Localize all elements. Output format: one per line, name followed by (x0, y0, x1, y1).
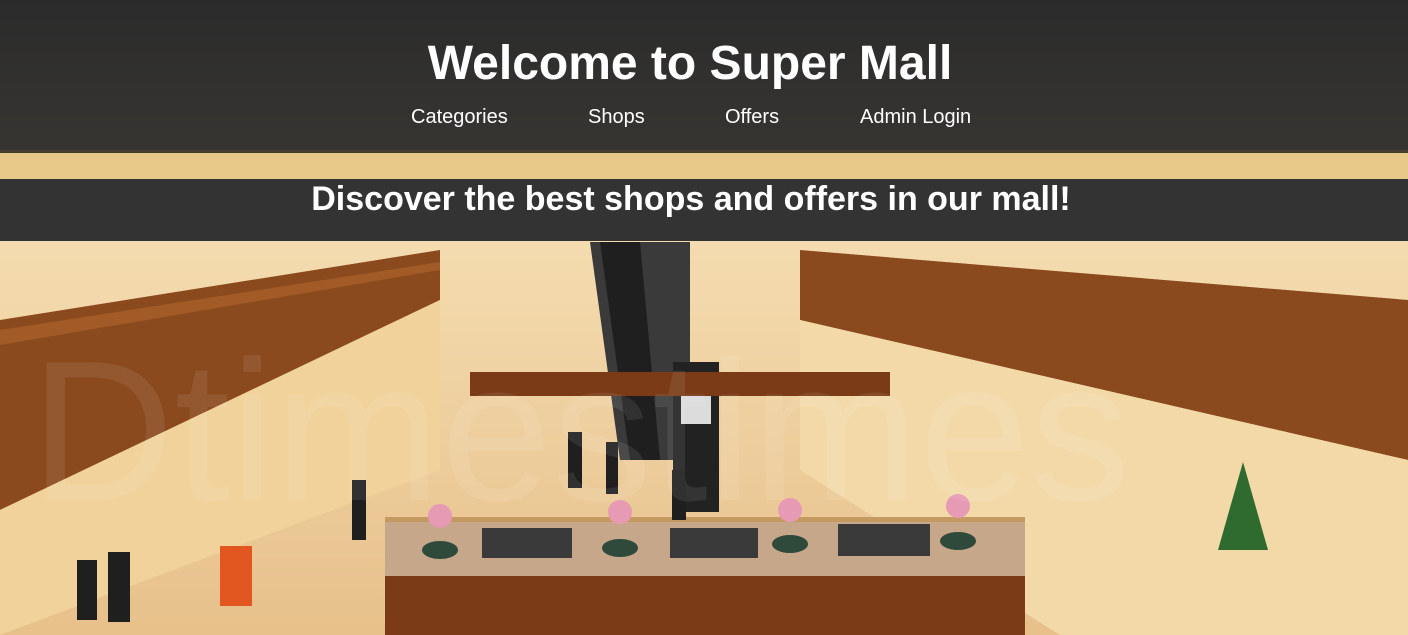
main-nav: Categories Shops Offers Admin Login (0, 104, 1408, 130)
site-header: Welcome to Super Mall Categories Shops O… (0, 0, 1408, 153)
hero-banner: Discover the best shops and offers in ou… (0, 179, 1408, 241)
page-title: Welcome to Super Mall (427, 37, 953, 90)
nav-link-admin-login[interactable]: Admin Login (860, 104, 971, 130)
nav-link-offers[interactable]: Offers (725, 104, 779, 130)
svg-text:Dtimestimes: Dtimestimes (30, 320, 1130, 543)
nav-link-categories[interactable]: Categories (411, 104, 508, 130)
nav-link-shops[interactable]: Shops (588, 104, 645, 130)
hero-tagline: Discover the best shops and offers in ou… (311, 180, 1071, 218)
